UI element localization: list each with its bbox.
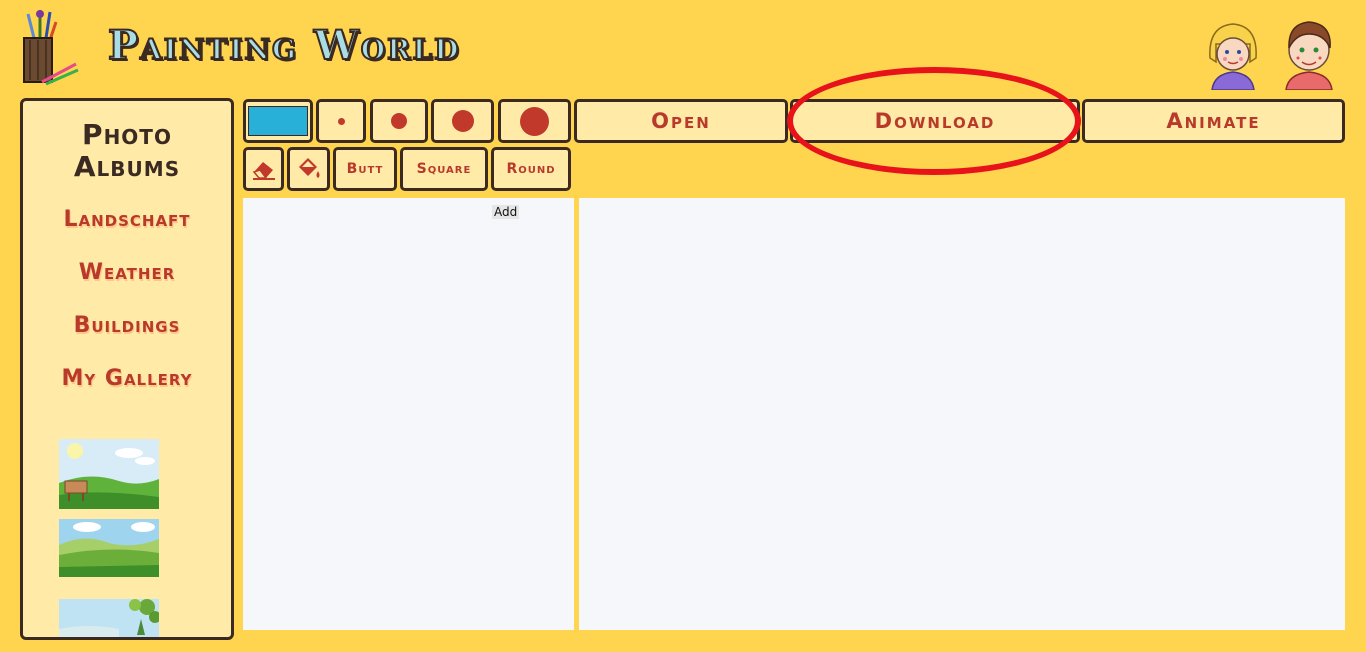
album-link-landschaft[interactable]: Landschaft [23, 207, 231, 232]
brush-size-dot-icon [520, 106, 549, 136]
app-title: Painting World [107, 21, 461, 70]
layers-panel: Add [243, 198, 574, 630]
brush-size-dot-icon [451, 110, 474, 132]
sidebar-title: Photo Albums [23, 119, 231, 183]
current-color-swatch [248, 106, 308, 136]
brush-size-large-button[interactable] [431, 99, 494, 143]
brush-size-dot-icon [337, 117, 345, 125]
line-cap-square-button[interactable]: Square [400, 147, 488, 191]
eraser-icon [252, 162, 275, 180]
paint-bucket-icon [298, 158, 319, 178]
photo-albums-sidebar: Photo Albums Landschaft Weather Building… [20, 98, 234, 640]
line-cap-butt-button[interactable]: Butt [333, 147, 397, 191]
brush-size-dot-icon [391, 113, 407, 129]
brush-size-medium-button[interactable] [370, 99, 428, 143]
open-button[interactable]: Open [574, 99, 788, 143]
color-picker-button[interactable] [243, 99, 313, 143]
gallery-thumbnail[interactable] [59, 519, 159, 577]
download-button[interactable]: Download [790, 99, 1080, 143]
pencil-cup-icon [20, 8, 82, 88]
brush-size-small-button[interactable] [316, 99, 366, 143]
add-layer-button[interactable]: Add [492, 205, 520, 219]
sidebar-title-line2: Albums [73, 150, 181, 183]
drawing-canvas[interactable] [579, 198, 1345, 630]
album-link-buildings[interactable]: Buildings [23, 313, 231, 338]
boy-avatar-icon [1278, 18, 1340, 91]
eraser-button[interactable] [243, 147, 284, 191]
fill-bucket-button[interactable] [287, 147, 330, 191]
album-link-weather[interactable]: Weather [23, 260, 231, 285]
gallery-thumbnail[interactable] [59, 439, 159, 509]
brush-size-xlarge-button[interactable] [498, 99, 571, 143]
sidebar-title-line1: Photo [82, 118, 172, 151]
gallery-thumbnail[interactable] [59, 599, 159, 637]
line-cap-round-button[interactable]: Round [491, 147, 571, 191]
album-link-my-gallery[interactable]: My Gallery [23, 366, 231, 391]
girl-avatar-icon [1202, 18, 1264, 91]
animate-button[interactable]: Animate [1082, 99, 1345, 143]
